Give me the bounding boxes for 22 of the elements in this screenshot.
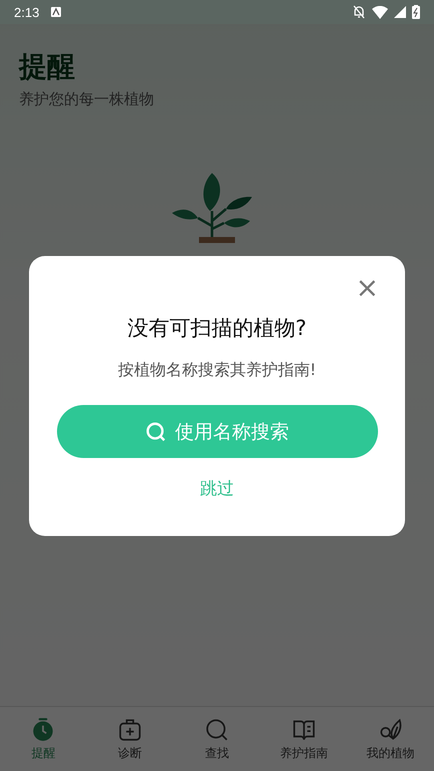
nav-tab[interactable]: 诊断 xyxy=(86,707,174,771)
nav-tab[interactable]: 养护指南 xyxy=(260,707,348,771)
leaves-icon xyxy=(378,716,404,742)
close-button[interactable]: × xyxy=(352,274,383,302)
status-time: 2:13 xyxy=(14,4,40,20)
bell-off-icon xyxy=(352,5,366,19)
signal-icon xyxy=(394,6,406,18)
medical-kit-icon xyxy=(117,716,144,742)
search-icon xyxy=(204,716,230,742)
wifi-icon xyxy=(372,6,388,18)
search-by-name-button[interactable]: 使用名称搜索 xyxy=(56,405,378,458)
battery-icon xyxy=(412,5,420,19)
page-subtitle: 养护您的每一株植物 xyxy=(19,90,155,109)
page-title: 提醒 xyxy=(19,49,76,85)
nav-tab[interactable]: 我的植物 xyxy=(347,707,434,771)
dialog-message: 按植物名称搜索其养护指南! xyxy=(118,360,316,381)
nav-tab[interactable]: 提醒 xyxy=(0,707,87,771)
notification-icon xyxy=(51,7,62,17)
search-icon xyxy=(145,420,167,442)
dialog-title: 没有可扫描的植物? xyxy=(127,315,307,342)
skip-link[interactable]: 跳过 xyxy=(194,476,240,501)
nav-tab[interactable]: 查找 xyxy=(174,707,260,771)
